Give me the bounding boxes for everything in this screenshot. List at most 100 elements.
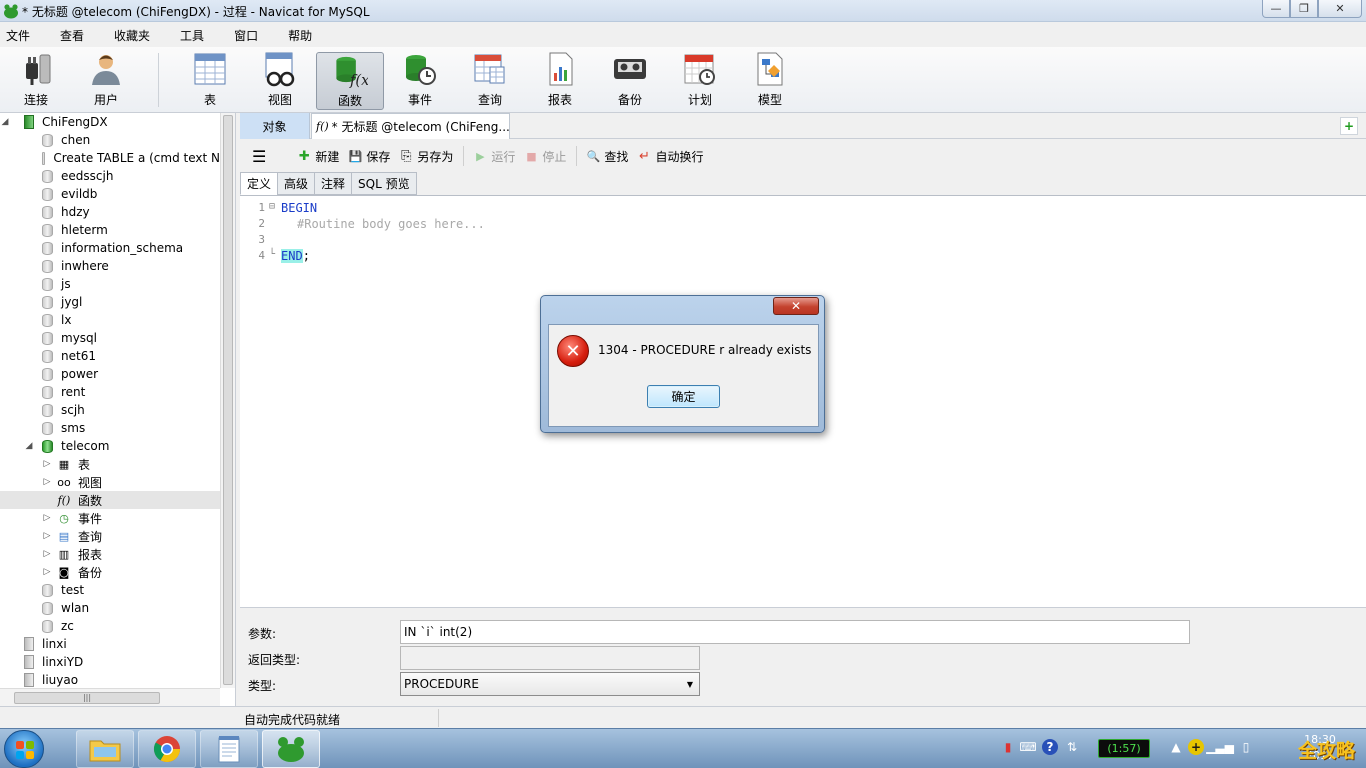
toolbar-schedule-button[interactable]: 计划 bbox=[667, 51, 733, 109]
tree-connection-item[interactable]: liuyao bbox=[0, 671, 220, 689]
network-signal-icon[interactable]: ▁▃▅ bbox=[1206, 739, 1234, 755]
menu-tools[interactable]: 工具 bbox=[174, 27, 212, 44]
toolbar-user-button[interactable]: 用户 bbox=[73, 51, 139, 109]
minimize-button[interactable]: — bbox=[1262, 0, 1290, 18]
stop-button[interactable]: ■ 停止 bbox=[523, 148, 566, 165]
tree-connection-chifengdx[interactable]: ◢ ChiFengDX bbox=[0, 113, 220, 131]
tray-arrows-icon[interactable]: ⇅ bbox=[1064, 739, 1080, 755]
tree-db-item[interactable]: zc bbox=[0, 617, 220, 635]
tree-connection-item[interactable]: linxi bbox=[0, 635, 220, 653]
tree-db-item[interactable]: inwhere bbox=[0, 257, 220, 275]
run-button[interactable]: ▶ 运行 bbox=[472, 148, 515, 165]
toolbar-connect-button[interactable]: 连接 bbox=[3, 51, 69, 109]
subtab-sql-preview[interactable]: SQL 预览 bbox=[351, 172, 417, 195]
tray-help-icon[interactable]: ? bbox=[1042, 739, 1058, 755]
tree-folder-reports[interactable]: ▷ ▥ 报表 bbox=[0, 545, 220, 563]
save-button[interactable]: 💾 保存 bbox=[347, 148, 391, 165]
tree-db-item[interactable]: js bbox=[0, 275, 220, 293]
return-type-input[interactable] bbox=[400, 646, 700, 670]
toolbar-backup-button[interactable]: 备份 bbox=[597, 51, 663, 109]
menu-favorites[interactable]: 收藏夹 bbox=[108, 27, 158, 44]
menu-view[interactable]: 查看 bbox=[54, 27, 92, 44]
menu-window[interactable]: 窗口 bbox=[228, 27, 266, 44]
expand-arrow-icon[interactable]: ▷ bbox=[42, 549, 52, 559]
expand-arrow-icon[interactable]: ▷ bbox=[42, 477, 52, 487]
tree-db-item[interactable]: sms bbox=[0, 419, 220, 437]
show-hidden-icons-chevron[interactable]: ▲ bbox=[1168, 739, 1184, 755]
close-button[interactable]: ✕ bbox=[1318, 0, 1362, 18]
toolbar-function-button[interactable]: f(x) 函数 bbox=[316, 52, 384, 110]
start-button[interactable] bbox=[4, 730, 44, 768]
tree-db-item[interactable]: evildb bbox=[0, 185, 220, 203]
new-button[interactable]: ✚ 新建 bbox=[296, 148, 339, 165]
tray-pdf-icon[interactable]: ▮ bbox=[1000, 739, 1016, 755]
word-wrap-button[interactable]: ↵ 自动换行 bbox=[636, 148, 703, 165]
tree-db-item[interactable]: wlan bbox=[0, 599, 220, 617]
menu-file[interactable]: 文件 bbox=[0, 27, 38, 44]
find-button[interactable]: 🔍 查找 bbox=[585, 148, 629, 165]
taskbar-notepad[interactable] bbox=[200, 730, 258, 768]
tree-folder-events[interactable]: ▷ ◷ 事件 bbox=[0, 509, 220, 527]
tree-folder-functions[interactable]: f() 函数 bbox=[0, 491, 220, 509]
tray-plus-icon[interactable]: + bbox=[1188, 739, 1204, 755]
expand-arrow-icon[interactable]: ▷ bbox=[42, 513, 52, 523]
tree-db-item[interactable]: net61 bbox=[0, 347, 220, 365]
tree-db-item[interactable]: hleterm bbox=[0, 221, 220, 239]
toolbar-query-button[interactable]: 查询 bbox=[457, 51, 523, 109]
expand-arrow-icon[interactable]: ▷ bbox=[42, 567, 52, 577]
tab-function-editor[interactable]: f() * 无标题 @telecom (ChiFeng... bbox=[311, 113, 510, 139]
save-as-button[interactable]: ⎘ 另存为 bbox=[398, 148, 453, 165]
subtab-advanced[interactable]: 高级 bbox=[277, 172, 316, 195]
fold-toggle-icon[interactable]: ⊟ bbox=[269, 201, 279, 212]
menu-help[interactable]: 帮助 bbox=[282, 27, 320, 44]
params-input[interactable]: IN `i` int(2) bbox=[400, 620, 1190, 644]
tree-db-item[interactable]: eedsscjh bbox=[0, 167, 220, 185]
code-semicolon: ; bbox=[302, 249, 310, 263]
maximize-button[interactable]: ❐ bbox=[1290, 0, 1318, 18]
expand-arrow-icon[interactable]: ▷ bbox=[42, 459, 52, 469]
taskbar-explorer[interactable] bbox=[76, 730, 134, 768]
taskbar-chrome[interactable] bbox=[138, 730, 196, 768]
toolbar-report-button[interactable]: 报表 bbox=[527, 51, 593, 109]
scrollbar-thumb[interactable] bbox=[223, 115, 233, 685]
tree-db-item[interactable]: scjh bbox=[0, 401, 220, 419]
tree-db-item[interactable]: information_schema bbox=[0, 239, 220, 257]
tree-db-item[interactable]: rent bbox=[0, 383, 220, 401]
dialog-close-button[interactable]: ✕ bbox=[773, 297, 819, 315]
tree-db-item[interactable]: mysql bbox=[0, 329, 220, 347]
tree-folder-views[interactable]: ▷ oo 视图 bbox=[0, 473, 220, 491]
taskbar-navicat[interactable] bbox=[262, 730, 320, 768]
tree-db-item[interactable]: test bbox=[0, 581, 220, 599]
tree-vertical-scrollbar[interactable] bbox=[220, 113, 235, 688]
expand-arrow-icon[interactable]: ▷ bbox=[42, 531, 52, 541]
hamburger-menu-icon[interactable]: ☰ bbox=[252, 147, 266, 166]
subtab-comment[interactable]: 注释 bbox=[314, 172, 353, 195]
subtab-definition[interactable]: 定义 bbox=[240, 172, 279, 195]
new-tab-add-icon[interactable]: + bbox=[1340, 117, 1358, 135]
tree-db-item[interactable]: hdzy bbox=[0, 203, 220, 221]
tree-db-item[interactable]: power bbox=[0, 365, 220, 383]
tree-horizontal-scrollbar[interactable]: ||| bbox=[0, 688, 220, 706]
toolbar-model-button[interactable]: 模型 bbox=[737, 51, 803, 109]
tree-db-item[interactable]: lx bbox=[0, 311, 220, 329]
tree-folder-queries[interactable]: ▷ ▤ 查询 bbox=[0, 527, 220, 545]
tab-objects[interactable]: 对象 bbox=[240, 113, 310, 139]
scrollbar-thumb[interactable]: ||| bbox=[14, 692, 160, 704]
ok-button[interactable]: 确定 bbox=[647, 385, 720, 408]
tree-db-item[interactable]: jygl bbox=[0, 293, 220, 311]
collapse-arrow-icon[interactable]: ◢ bbox=[0, 117, 10, 127]
toolbar-event-button[interactable]: 事件 bbox=[387, 51, 453, 109]
toolbar-table-button[interactable]: 表 bbox=[177, 51, 243, 109]
tree-db-telecom[interactable]: ◢ telecom bbox=[0, 437, 220, 455]
tree-folder-backups[interactable]: ▷ ◙ 备份 bbox=[0, 563, 220, 581]
tree-folder-tables[interactable]: ▷ ▦ 表 bbox=[0, 455, 220, 473]
tree-db-item[interactable]: Create TABLE a (cmd text N bbox=[0, 149, 220, 167]
battery-icon[interactable]: ▯ bbox=[1238, 739, 1254, 755]
tree-connection-item[interactable]: linxiYD bbox=[0, 653, 220, 671]
toolbar-view-button[interactable]: 视图 bbox=[247, 51, 313, 109]
tray-keyboard-icon[interactable]: ⌨ bbox=[1019, 739, 1036, 755]
tree-db-item[interactable]: chen bbox=[0, 131, 220, 149]
type-select[interactable]: PROCEDURE ▼ bbox=[400, 672, 700, 696]
collapse-arrow-icon[interactable]: ◢ bbox=[24, 441, 34, 451]
tray-battery-badge[interactable]: (1:57) bbox=[1098, 739, 1150, 758]
